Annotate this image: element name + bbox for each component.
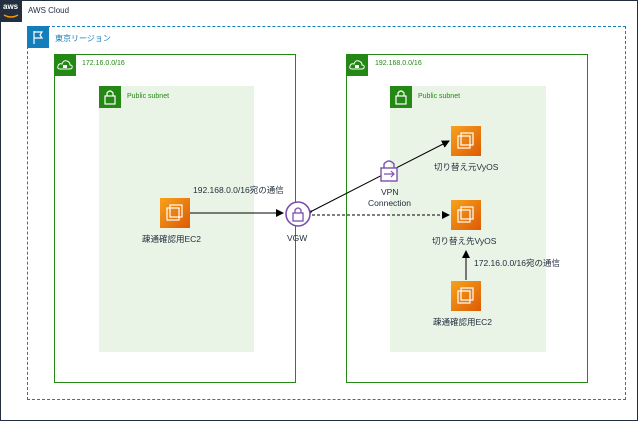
vgw-label: VGW: [287, 233, 308, 243]
route-to-left-label: 172.16.0.0/16宛の通信: [474, 258, 560, 268]
connectors: [190, 140, 470, 280]
route-to-right-label: 192.168.0.0/16宛の通信: [193, 185, 284, 195]
vgw-icon[interactable]: [284, 200, 312, 228]
vpn-label-line1: VPN: [381, 187, 399, 197]
vpn-label-line2: Connection: [368, 198, 412, 208]
vpn-connection-icon[interactable]: [378, 158, 400, 184]
